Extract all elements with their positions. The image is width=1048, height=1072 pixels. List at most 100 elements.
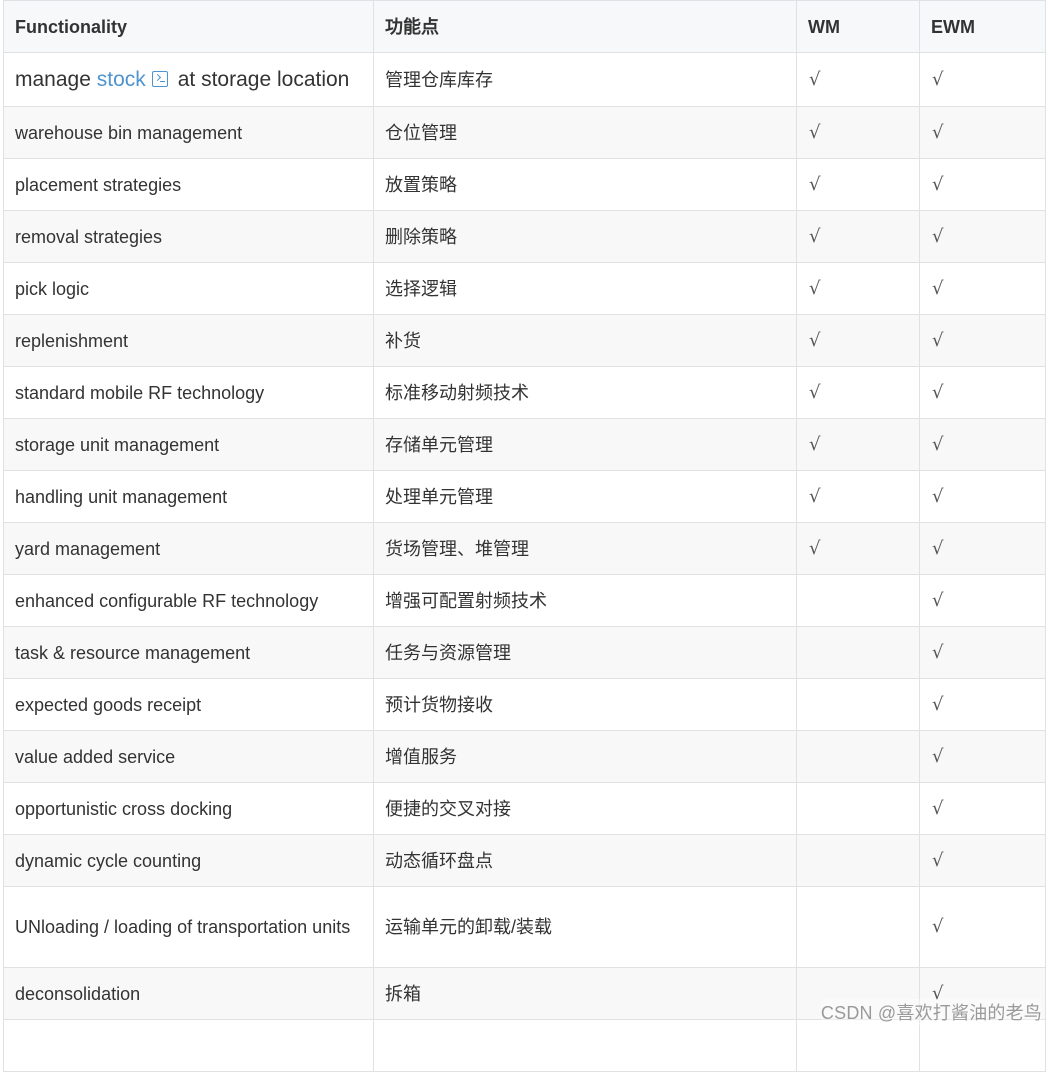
functionality-cell: removal strategies: [3, 210, 374, 263]
function-point-zh-cell: 存储单元管理: [373, 418, 797, 471]
feature-comparison-table: Functionality 功能点 WM EWM manage stock at …: [3, 0, 1046, 1072]
table-row: warehouse bin management 仓位管理 √ √: [3, 106, 1046, 159]
functionality-cell: value added service: [3, 730, 374, 783]
function-point-zh-cell: 放置策略: [373, 158, 797, 211]
functionality-cell: task & resource management: [3, 626, 374, 679]
table-row: replenishment 补货 √ √: [3, 314, 1046, 367]
function-point-zh-cell: 运输单元的卸载/装载: [373, 886, 797, 968]
function-point-zh-cell: 动态循环盘点: [373, 834, 797, 887]
table-row: handling unit management 处理单元管理 √ √: [3, 470, 1046, 523]
wm-check-cell: [796, 782, 920, 835]
function-point-zh-cell: 选择逻辑: [373, 262, 797, 315]
header-row: Functionality 功能点 WM EWM: [3, 0, 1046, 53]
wm-check-cell: √: [796, 366, 920, 419]
terminal-icon[interactable]: [151, 70, 168, 87]
function-point-zh-cell: 增强可配置射频技术: [373, 574, 797, 627]
ewm-check-cell: √: [919, 574, 1046, 627]
ewm-check-cell: √: [919, 834, 1046, 887]
function-point-zh-cell: 拆箱: [373, 967, 797, 1020]
wm-check-cell: √: [796, 210, 920, 263]
function-point-zh-cell: 货场管理、堆管理: [373, 522, 797, 575]
functionality-text: manage: [15, 67, 97, 91]
ewm-check-cell: √: [919, 782, 1046, 835]
header-wm: WM: [796, 0, 920, 53]
table-row: placement strategies 放置策略 √ √: [3, 158, 1046, 211]
function-point-zh-cell: 预计货物接收: [373, 678, 797, 731]
functionality-cell: [3, 1019, 374, 1072]
ewm-check-cell: √: [919, 522, 1046, 575]
function-point-zh-cell: 便捷的交叉对接: [373, 782, 797, 835]
functionality-cell: handling unit management: [3, 470, 374, 523]
table-row: value added service 增值服务 √: [3, 730, 1046, 783]
table-row: enhanced configurable RF technology 增强可配置…: [3, 574, 1046, 627]
wm-check-cell: [796, 626, 920, 679]
wm-check-cell: [796, 1019, 920, 1072]
function-point-zh-cell: [373, 1019, 797, 1072]
table-header: Functionality 功能点 WM EWM: [3, 0, 1046, 53]
function-point-zh-cell: 任务与资源管理: [373, 626, 797, 679]
ewm-check-cell: √: [919, 262, 1046, 315]
functionality-cell: deconsolidation: [3, 967, 374, 1020]
wm-check-cell: √: [796, 106, 920, 159]
wm-check-cell: √: [796, 262, 920, 315]
wm-check-cell: [796, 834, 920, 887]
ewm-check-cell: √: [919, 730, 1046, 783]
wm-check-cell: [796, 886, 920, 968]
header-ewm: EWM: [919, 0, 1046, 53]
functionality-cell: storage unit management: [3, 418, 374, 471]
function-point-zh-cell: 管理仓库库存: [373, 52, 797, 107]
ewm-check-cell: [919, 1019, 1046, 1072]
header-functionality: Functionality: [3, 0, 374, 53]
table-row: UNloading / loading of transportation un…: [3, 886, 1046, 968]
functionality-cell: expected goods receipt: [3, 678, 374, 731]
ewm-check-cell: √: [919, 678, 1046, 731]
ewm-check-cell: √: [919, 314, 1046, 367]
functionality-text: at storage location: [177, 67, 350, 91]
table-row: pick logic 选择逻辑 √ √: [3, 262, 1046, 315]
wm-check-cell: [796, 730, 920, 783]
table-row: expected goods receipt 预计货物接收 √: [3, 678, 1046, 731]
functionality-cell: replenishment: [3, 314, 374, 367]
wm-check-cell: √: [796, 52, 920, 107]
ewm-check-cell: √: [919, 886, 1046, 968]
wm-check-cell: √: [796, 418, 920, 471]
functionality-cell: dynamic cycle counting: [3, 834, 374, 887]
function-point-zh-cell: 仓位管理: [373, 106, 797, 159]
function-point-zh-cell: 标准移动射频技术: [373, 366, 797, 419]
functionality-cell: standard mobile RF technology: [3, 366, 374, 419]
table-body: manage stock at storage location 管理仓库库存 √…: [3, 52, 1046, 1072]
csdn-watermark: CSDN @喜欢打酱油的老鸟: [820, 999, 1042, 1025]
wm-check-cell: [796, 574, 920, 627]
ewm-check-cell: √: [919, 210, 1046, 263]
table-row: dynamic cycle counting 动态循环盘点 √: [3, 834, 1046, 887]
stock-link[interactable]: stock: [97, 68, 146, 91]
function-point-zh-cell: 删除策略: [373, 210, 797, 263]
functionality-cell: yard management: [3, 522, 374, 575]
wm-check-cell: √: [796, 522, 920, 575]
ewm-check-cell: √: [919, 470, 1046, 523]
functionality-cell: UNloading / loading of transportation un…: [3, 886, 374, 968]
table-row: standard mobile RF technology 标准移动射频技术 √ √: [3, 366, 1046, 419]
table-row: [3, 1019, 1046, 1072]
functionality-cell: enhanced configurable RF technology: [3, 574, 374, 627]
feature-comparison-table-container: Functionality 功能点 WM EWM manage stock at …: [3, 0, 1046, 1072]
header-function-point-zh: 功能点: [373, 0, 797, 53]
table-row: manage stock at storage location 管理仓库库存 √…: [3, 52, 1046, 107]
function-point-zh-cell: 补货: [373, 314, 797, 367]
ewm-check-cell: √: [919, 158, 1046, 211]
wm-check-cell: √: [796, 470, 920, 523]
functionality-cell: warehouse bin management: [3, 106, 374, 159]
ewm-check-cell: √: [919, 626, 1046, 679]
functionality-cell: pick logic: [3, 262, 374, 315]
functionality-cell: placement strategies: [3, 158, 374, 211]
ewm-check-cell: √: [919, 52, 1046, 107]
table-row: removal strategies 删除策略 √ √: [3, 210, 1046, 263]
ewm-check-cell: √: [919, 106, 1046, 159]
functionality-cell: manage stock at storage location: [3, 52, 374, 107]
ewm-check-cell: √: [919, 366, 1046, 419]
wm-check-cell: [796, 678, 920, 731]
wm-check-cell: √: [796, 158, 920, 211]
table-row: opportunistic cross docking 便捷的交叉对接 √: [3, 782, 1046, 835]
ewm-check-cell: √: [919, 418, 1046, 471]
wm-check-cell: √: [796, 314, 920, 367]
